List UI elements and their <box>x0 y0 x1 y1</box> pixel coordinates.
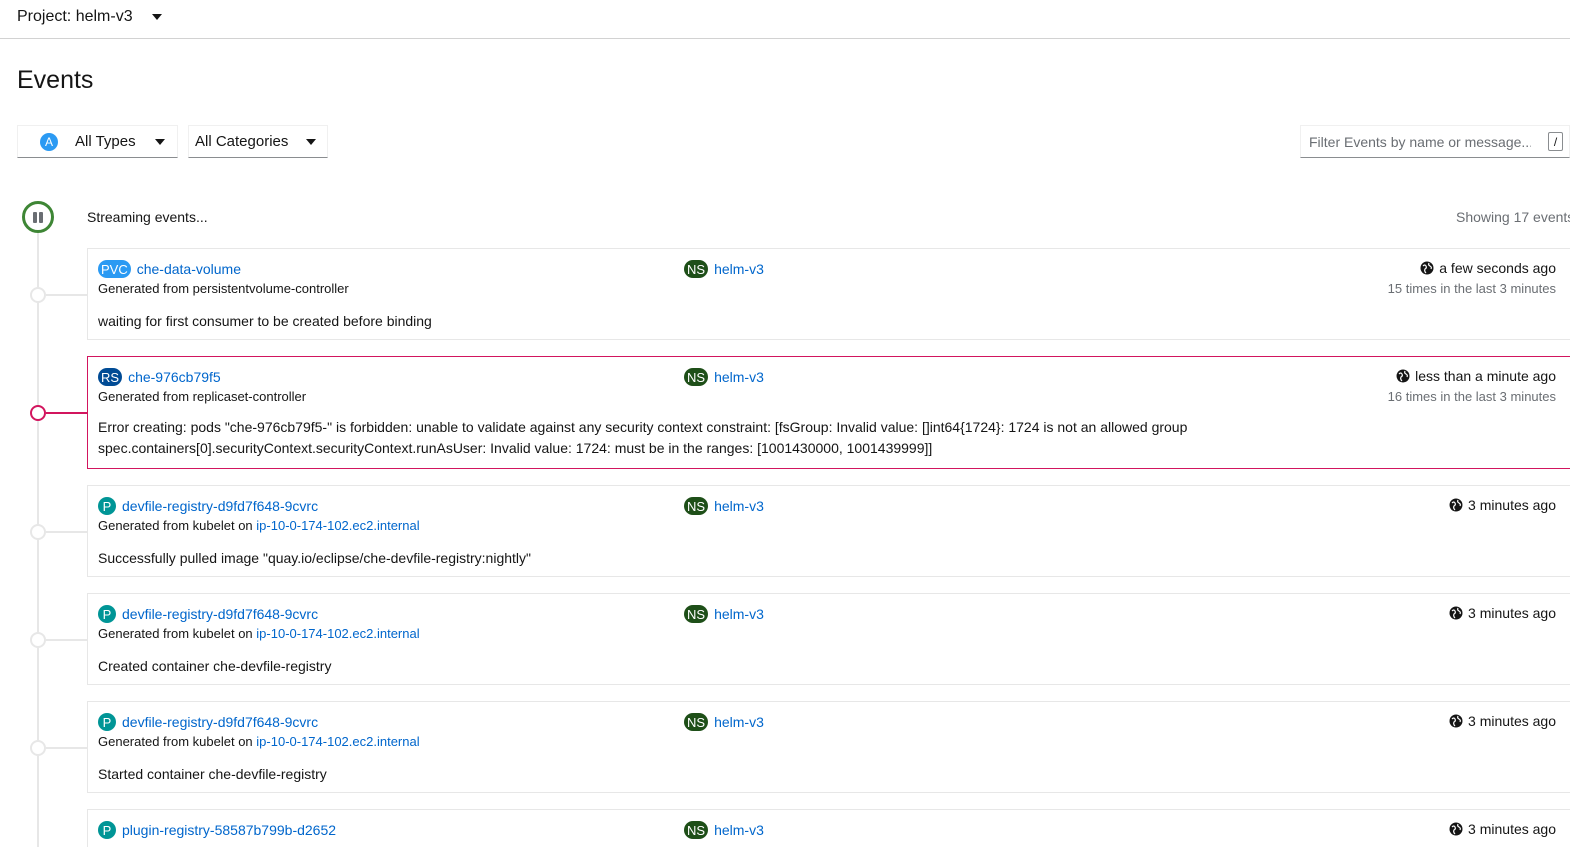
event-repeat-count: 15 times in the last 3 minutes <box>1387 281 1556 296</box>
node-link[interactable]: ip-10-0-174-102.ec2.internal <box>256 734 419 749</box>
event-source-prefix: Generated from kubelet on <box>98 734 253 749</box>
caret-down-icon <box>154 138 165 145</box>
event-resource-link[interactable]: che-976cb79f5 <box>128 369 221 385</box>
events-count: Showing 17 events <box>1456 209 1570 225</box>
timeline-connector <box>46 747 88 749</box>
event-source: Generated from kubelet on ip-10-0-174-10… <box>98 626 420 641</box>
timeline-node <box>30 632 46 648</box>
project-label: Project: helm-v3 <box>17 8 133 25</box>
timeline-node <box>30 524 46 540</box>
event-resource-link[interactable]: che-data-volume <box>137 261 241 277</box>
event-message: Created container che-devfile-registry <box>98 658 332 674</box>
globe-icon <box>1449 822 1463 836</box>
event-card: P plugin-registry-58587b799b-d2652 NS he… <box>87 809 1570 847</box>
namespace-badge: NS <box>684 497 709 515</box>
resource-kind-badge: P <box>98 821 116 839</box>
resource-kind-badge: P <box>98 497 116 515</box>
event-card: P devfile-registry-d9fd7f648-9cvrc NS he… <box>87 593 1570 685</box>
event-time: less than a minute ago <box>1415 368 1556 384</box>
filter-events-input[interactable] <box>1301 126 1531 157</box>
streaming-status: Streaming events... <box>87 209 208 225</box>
project-bar: Project: helm-v3 <box>0 0 1570 39</box>
event-time: 3 minutes ago <box>1468 497 1556 513</box>
event-resource-link[interactable]: devfile-registry-d9fd7f648-9cvrc <box>122 714 318 730</box>
event-card-error: RS che-976cb79f5 NS helm-v3 Generated fr… <box>87 356 1570 469</box>
resource-kind-badge: RS <box>98 368 123 386</box>
event-repeat-count: 16 times in the last 3 minutes <box>1387 389 1556 404</box>
namespace-badge: NS <box>684 713 709 731</box>
timeline-connector-error <box>46 412 88 414</box>
timeline-connector <box>46 531 88 533</box>
event-source-prefix: Generated from kubelet on <box>98 518 253 533</box>
namespace-link[interactable]: helm-v3 <box>714 714 764 730</box>
types-dropdown[interactable]: A All Types <box>17 125 178 158</box>
namespace-link[interactable]: helm-v3 <box>714 369 764 385</box>
event-time: 3 minutes ago <box>1468 713 1556 729</box>
namespace-link[interactable]: helm-v3 <box>714 498 764 514</box>
timeline-node <box>30 287 46 303</box>
globe-icon <box>1449 606 1463 620</box>
caret-down-icon <box>306 138 317 145</box>
timeline-node <box>30 740 46 756</box>
event-message: Started container che-devfile-registry <box>98 766 327 782</box>
namespace-link[interactable]: helm-v3 <box>714 606 764 622</box>
namespace-badge: NS <box>684 821 709 839</box>
event-source: Generated from persistentvolume-controll… <box>98 281 349 296</box>
timeline-connector <box>46 639 88 641</box>
types-avatar-icon: A <box>40 132 58 151</box>
node-link[interactable]: ip-10-0-174-102.ec2.internal <box>256 518 419 533</box>
event-card: P devfile-registry-d9fd7f648-9cvrc NS he… <box>87 701 1570 793</box>
event-time: a few seconds ago <box>1439 260 1556 276</box>
namespace-badge: NS <box>684 260 709 278</box>
resource-kind-badge: P <box>98 605 116 623</box>
event-time: 3 minutes ago <box>1468 821 1556 837</box>
caret-down-icon <box>151 14 162 20</box>
namespace-link[interactable]: helm-v3 <box>714 822 764 838</box>
event-message: Error creating: pods "che-976cb79f5-" is… <box>98 419 1188 456</box>
namespace-link[interactable]: helm-v3 <box>714 261 764 277</box>
event-card: P devfile-registry-d9fd7f648-9cvrc NS he… <box>87 485 1570 577</box>
event-resource-link[interactable]: plugin-registry-58587b799b-d2652 <box>122 822 336 838</box>
keyboard-shortcut-hint: / <box>1548 132 1563 151</box>
event-card: PVC che-data-volume NS helm-v3 Generated… <box>87 248 1570 340</box>
pause-icon-bar <box>39 211 43 223</box>
event-source: Generated from kubelet on ip-10-0-174-10… <box>98 734 420 749</box>
namespace-badge: NS <box>684 605 709 623</box>
timeline-node-error <box>30 405 46 421</box>
globe-icon <box>1449 498 1463 512</box>
event-message: waiting for first consumer to be created… <box>98 313 432 329</box>
event-message: Successfully pulled image "quay.io/eclip… <box>98 550 531 566</box>
page-title: Events <box>17 66 94 94</box>
event-source-prefix: Generated from kubelet on <box>98 626 253 641</box>
project-selector[interactable]: Project: helm-v3 <box>17 6 162 28</box>
pause-icon <box>33 211 37 223</box>
globe-icon <box>1396 369 1410 383</box>
node-link[interactable]: ip-10-0-174-102.ec2.internal <box>256 626 419 641</box>
event-filter: / <box>1300 125 1570 158</box>
event-source: Generated from kubelet on ip-10-0-174-10… <box>98 518 420 533</box>
types-dropdown-label: All Types <box>75 133 136 150</box>
event-source: Generated from replicaset-controller <box>98 389 307 404</box>
namespace-badge: NS <box>684 368 709 386</box>
resource-kind-badge: P <box>98 713 116 731</box>
event-resource-link[interactable]: devfile-registry-d9fd7f648-9cvrc <box>122 498 318 514</box>
categories-dropdown[interactable]: All Categories <box>188 125 328 158</box>
timeline-connector <box>46 294 88 296</box>
event-time: 3 minutes ago <box>1468 605 1556 621</box>
resource-kind-badge: PVC <box>98 260 131 278</box>
globe-icon <box>1449 714 1463 728</box>
categories-dropdown-label: All Categories <box>195 133 289 150</box>
event-resource-link[interactable]: devfile-registry-d9fd7f648-9cvrc <box>122 606 318 622</box>
pause-streaming-button[interactable] <box>22 201 54 233</box>
globe-icon <box>1420 261 1434 275</box>
